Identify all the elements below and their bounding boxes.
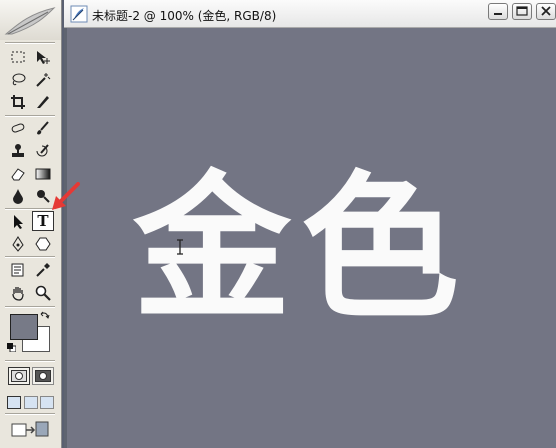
zoom-tool[interactable] [32, 283, 54, 303]
pen-tool[interactable] [7, 234, 29, 254]
photoshop-document-icon [70, 5, 88, 23]
toolbox-divider [5, 306, 55, 308]
toolbox-divider [5, 256, 55, 258]
path-selection-tool[interactable] [7, 212, 29, 232]
eraser-icon [11, 168, 25, 181]
swap-colors-icon[interactable] [40, 311, 50, 321]
crop-icon [11, 95, 25, 109]
standard-mode-button[interactable] [8, 367, 30, 385]
minimize-button[interactable] [488, 3, 508, 20]
full-screen-mode-button[interactable] [40, 396, 54, 409]
brush-tool[interactable] [32, 118, 54, 138]
brush-icon [37, 121, 49, 135]
stamp-icon [12, 144, 24, 157]
water-drop-icon [13, 189, 23, 204]
jump-to-imageready-icon[interactable] [10, 418, 50, 440]
path-arrow-icon [14, 215, 23, 229]
marquee-tool[interactable] [7, 47, 29, 67]
lasso-tool[interactable] [7, 70, 29, 90]
gradient-tool[interactable] [32, 164, 54, 184]
crop-tool[interactable] [7, 92, 29, 112]
shape-tool[interactable] [32, 234, 54, 254]
dodge-icon [37, 190, 50, 203]
default-colors-icon[interactable] [7, 343, 16, 352]
lasso-icon [12, 73, 26, 86]
toolbox-header [0, 0, 61, 40]
minimize-icon [494, 13, 502, 15]
toolbox-divider [5, 208, 55, 210]
toolbox-divider [5, 360, 55, 362]
maximize-icon [516, 6, 528, 16]
history-brush-tool[interactable] [32, 141, 54, 161]
eyedropper-icon [36, 263, 50, 277]
quick-mask-icon [35, 370, 51, 382]
document-title: 未标题-2 @ 100% (金色, RGB/8) [92, 9, 277, 23]
foreground-color-swatch[interactable] [10, 314, 38, 340]
move-tool[interactable] [32, 47, 54, 67]
standard-screen-mode-button[interactable] [7, 396, 21, 409]
image-canvas[interactable]: 金色 [64, 28, 556, 448]
clone-stamp-tool[interactable] [7, 141, 29, 161]
slice-knife-icon [37, 96, 49, 108]
polygon-icon [35, 237, 51, 251]
full-screen-menu-mode-button[interactable] [24, 396, 38, 409]
standard-mode-icon [11, 370, 27, 382]
hand-icon [12, 287, 24, 301]
move-icon [37, 51, 50, 64]
notes-tool[interactable] [7, 260, 29, 280]
toolbox-divider [5, 42, 55, 44]
text-cursor-icon [177, 239, 183, 255]
slice-tool[interactable] [32, 92, 54, 112]
toolbox-divider [5, 115, 55, 117]
healing-brush-tool[interactable] [7, 118, 29, 138]
feather-logo-icon [4, 7, 56, 35]
eraser-tool[interactable] [7, 164, 29, 184]
type-tool[interactable]: T [32, 211, 54, 231]
eyedropper-tool[interactable] [32, 260, 54, 280]
close-icon [541, 6, 551, 16]
hand-tool[interactable] [7, 283, 29, 303]
maximize-button[interactable] [512, 3, 532, 20]
document-window: 未标题-2 @ 100% (金色, RGB/8) 金色 [52, 0, 556, 448]
marquee-icon [11, 51, 25, 63]
toolbox-divider [5, 413, 55, 415]
red-pointer-arrow-icon [52, 182, 80, 210]
quick-mask-mode-button[interactable] [32, 367, 54, 385]
history-brush-icon [36, 144, 49, 157]
close-button[interactable] [536, 3, 556, 20]
magnifier-icon [35, 285, 51, 301]
document-title-bar[interactable]: 未标题-2 @ 100% (金色, RGB/8) [64, 0, 556, 28]
magic-wand-icon [36, 73, 51, 87]
blur-tool[interactable] [7, 186, 29, 206]
note-icon [11, 263, 24, 277]
magic-wand-tool[interactable] [32, 70, 54, 90]
pen-icon [12, 236, 24, 252]
bandage-icon [11, 123, 25, 133]
gradient-icon [35, 168, 51, 180]
toolbox-panel: T [0, 0, 62, 448]
type-tool-icon: T [37, 211, 49, 230]
